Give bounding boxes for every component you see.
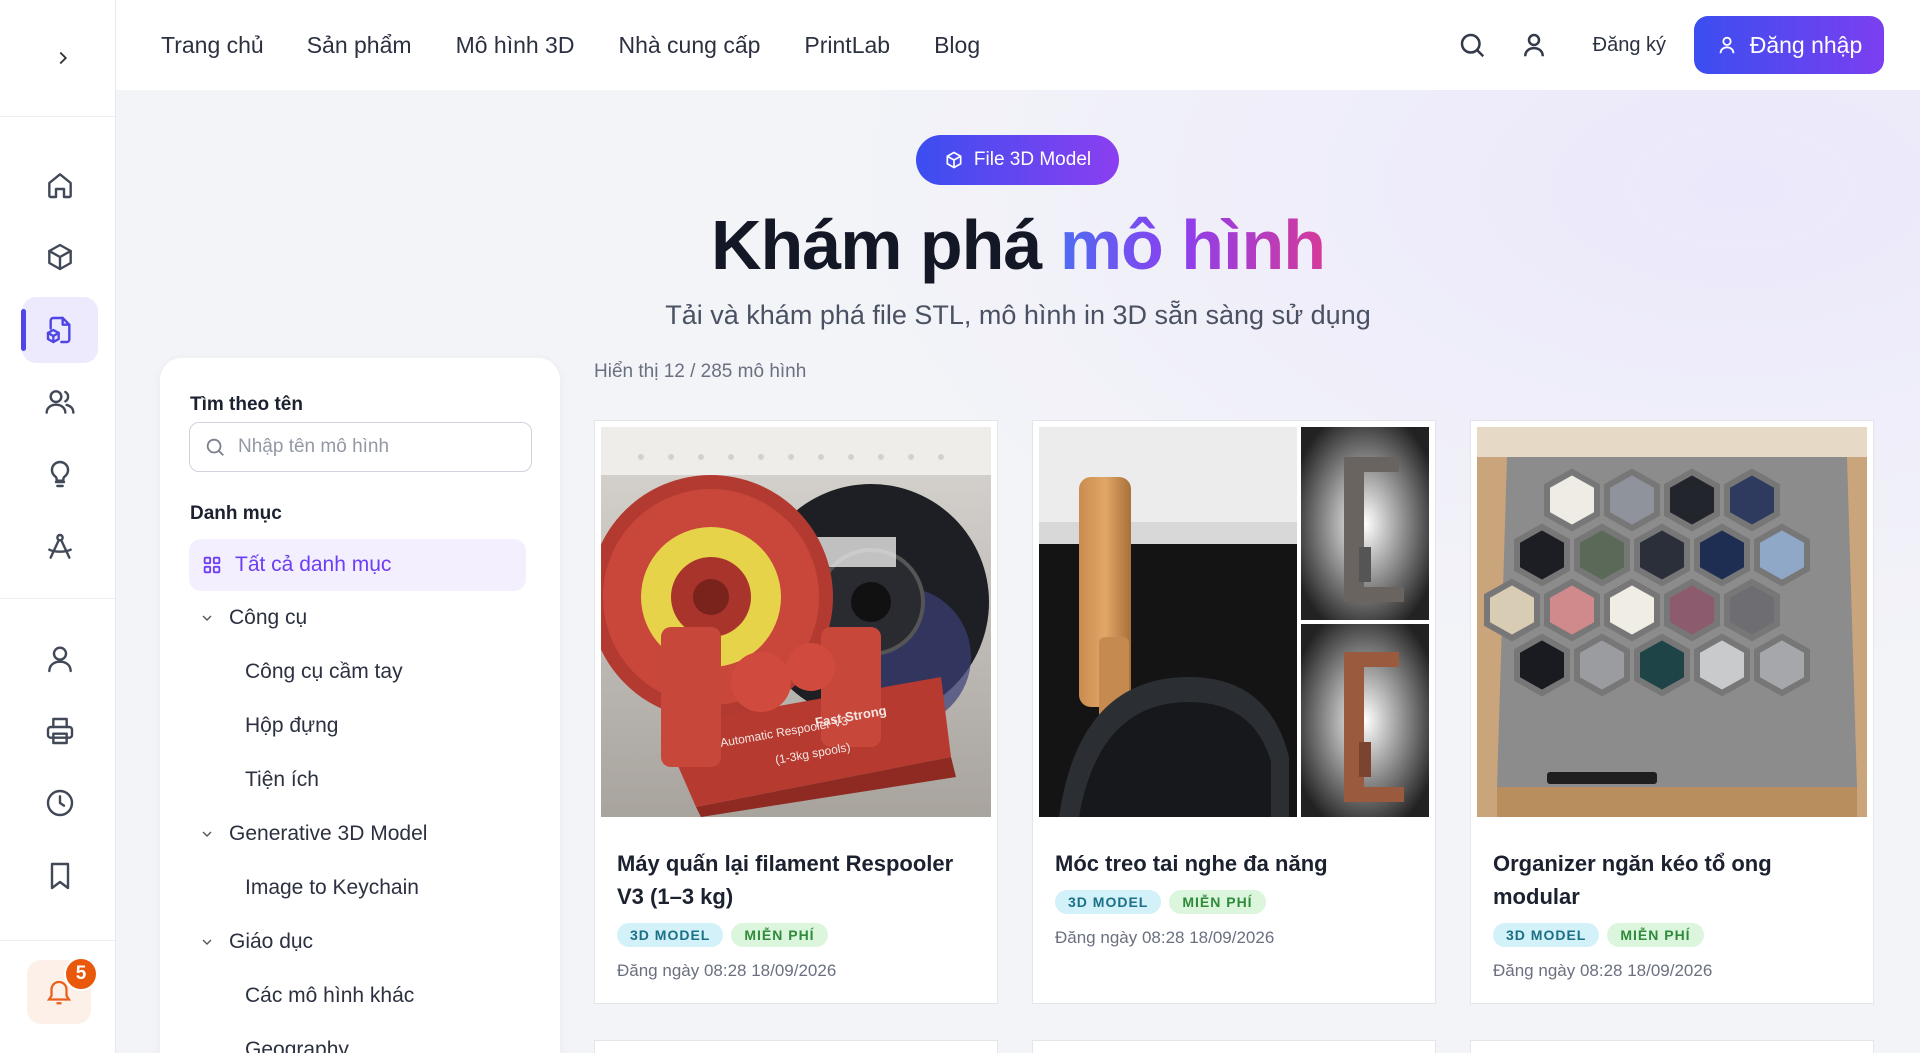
model-title[interactable]: Máy quấn lại filament Respooler V3 (1–3 … <box>617 847 977 913</box>
cube-icon <box>946 151 962 169</box>
login-button[interactable]: Đăng nhập <box>1694 16 1884 74</box>
tag-3d-model: 3D MODEL <box>1055 890 1162 914</box>
post-date: Đăng ngày 08:28 18/09/2026 <box>1493 961 1713 980</box>
tag-free: MIỄN PHÍ <box>1169 890 1266 914</box>
category-group-education[interactable]: Giáo dục <box>199 930 313 954</box>
model-thumbnail[interactable] <box>1477 427 1867 817</box>
category-all-label: Tất cả danh mục <box>235 553 392 576</box>
model-thumbnail[interactable] <box>1039 427 1429 817</box>
chevron-right-icon <box>59 51 67 65</box>
model-name-search-input[interactable] <box>238 436 518 458</box>
notification-count-badge: 5 <box>64 957 98 991</box>
model-card[interactable]: Fast Strong Automatic Respooler V3 (1-3k… <box>594 420 998 1004</box>
nav-3d-models[interactable]: Mô hình 3D <box>456 32 575 59</box>
tag-list: 3D MODEL MIỄN PHÍ <box>1493 923 1704 947</box>
category-item[interactable]: Công cụ cầm tay <box>245 660 403 684</box>
expand-rail-button[interactable] <box>0 0 115 117</box>
bookmark-icon <box>50 862 70 890</box>
rail-3d-models[interactable] <box>21 297 98 363</box>
title-accent: mô hình <box>1059 206 1326 284</box>
badge-label: File 3D Model <box>973 149 1092 170</box>
file-3d-model-badge: File 3D Model <box>916 135 1119 185</box>
category-group-tools[interactable]: Công cụ <box>199 606 307 630</box>
rail-products[interactable] <box>22 224 98 290</box>
rail-saved[interactable] <box>22 843 98 909</box>
post-date: Đăng ngày 08:28 18/09/2026 <box>617 961 837 980</box>
category-group-label: Công cụ <box>229 606 308 629</box>
category-item[interactable]: Các mô hình khác <box>245 984 414 1008</box>
home-icon <box>48 173 72 199</box>
rail-home[interactable] <box>22 152 98 218</box>
search-box <box>189 422 532 472</box>
tag-free: MIỄN PHÍ <box>731 923 828 947</box>
grid-icon <box>203 556 221 574</box>
tag-list: 3D MODEL MIỄN PHÍ <box>1055 890 1266 914</box>
top-actions: Đăng ký Đăng nhập <box>1425 16 1884 74</box>
category-item[interactable]: Geography <box>245 1038 349 1053</box>
results-count: Hiển thị 12 / 285 mô hình <box>594 361 807 382</box>
top-navigation: Trang chủ Sản phẩm Mô hình 3D Nhà cung c… <box>116 0 1920 90</box>
rail-suppliers[interactable] <box>22 369 98 435</box>
model-file-icon <box>46 316 71 344</box>
respooler-image: Fast Strong Automatic Respooler V3 (1-3k… <box>601 427 991 817</box>
clock-icon <box>46 789 74 817</box>
user-icon <box>48 646 72 673</box>
chevron-down-icon <box>202 939 212 945</box>
tag-3d-model: 3D MODEL <box>1493 923 1600 947</box>
model-card[interactable] <box>1032 1040 1436 1053</box>
category-all[interactable]: Tất cả danh mục <box>189 539 526 591</box>
search-label: Tìm theo tên <box>190 394 303 415</box>
login-label: Đăng nhập <box>1749 31 1863 58</box>
model-title[interactable]: Organizer ngăn kéo tổ ong modular <box>1493 847 1853 913</box>
model-card[interactable] <box>594 1040 998 1053</box>
user-icon <box>1719 36 1735 54</box>
headphone-hook-image <box>1039 427 1429 817</box>
filter-panel: Tìm theo tên Danh mục Tất cả danh mục Cô… <box>160 358 560 1053</box>
title-plain: Khám phá <box>710 206 1060 284</box>
model-card[interactable] <box>1470 1040 1874 1053</box>
category-item[interactable]: Hộp đựng <box>245 714 338 738</box>
category-label: Danh mục <box>190 503 282 524</box>
page-subtitle: Tải và khám phá file STL, mô hình in 3D … <box>665 300 1371 330</box>
register-link[interactable]: Đăng ký <box>1593 34 1666 57</box>
tag-free: MIỄN PHÍ <box>1607 923 1704 947</box>
tag-list: 3D MODEL MIỄN PHÍ <box>617 923 828 947</box>
user-icon[interactable] <box>1519 30 1549 60</box>
model-title[interactable]: Móc treo tai nghe đa năng <box>1055 847 1415 880</box>
model-thumbnail[interactable]: Fast Strong Automatic Respooler V3 (1-3k… <box>601 427 991 817</box>
main-nav: Trang chủ Sản phẩm Mô hình 3D Nhà cung c… <box>161 0 1024 90</box>
printer-icon <box>46 717 74 745</box>
category-group-label: Generative 3D Model <box>229 822 428 845</box>
rail-printlab[interactable] <box>22 514 98 580</box>
rail-ideas[interactable] <box>22 441 98 507</box>
category-group-label: Giáo dục <box>229 930 314 953</box>
category-item[interactable]: Image to Keychain <box>245 876 419 900</box>
page-title: Khám phá mô hình <box>116 205 1920 285</box>
nav-printlab[interactable]: PrintLab <box>804 32 890 59</box>
category-item[interactable]: Tiện ích <box>245 768 319 792</box>
side-rail: 5 <box>0 0 116 1053</box>
nav-blog[interactable]: Blog <box>934 32 980 59</box>
chevron-down-icon <box>202 831 212 837</box>
rail-account[interactable] <box>22 626 98 692</box>
nav-products[interactable]: Sản phẩm <box>307 32 412 59</box>
rail-history[interactable] <box>22 770 98 836</box>
rail-printer[interactable] <box>22 698 98 764</box>
lightbulb-icon <box>50 460 70 488</box>
nav-home[interactable]: Trang chủ <box>161 32 264 59</box>
nav-suppliers[interactable]: Nhà cung cấp <box>618 32 760 59</box>
chevron-down-icon <box>202 615 212 621</box>
category-group-generative[interactable]: Generative 3D Model <box>199 822 427 846</box>
model-card[interactable]: Móc treo tai nghe đa năng 3D MODEL MIỄN … <box>1032 420 1436 1004</box>
cube-icon <box>48 243 72 271</box>
users-icon <box>45 390 75 414</box>
honeycomb-organizer-image <box>1477 427 1867 817</box>
search-icon <box>206 438 224 456</box>
model-card[interactable]: Organizer ngăn kéo tổ ong modular 3D MOD… <box>1470 420 1874 1004</box>
tag-3d-model: 3D MODEL <box>617 923 724 947</box>
post-date: Đăng ngày 08:28 18/09/2026 <box>1055 928 1275 947</box>
search-icon[interactable] <box>1457 30 1487 60</box>
compass-icon <box>48 533 72 559</box>
